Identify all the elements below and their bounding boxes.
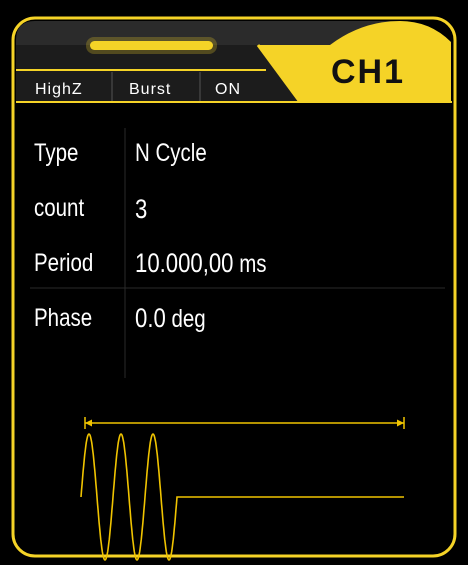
channel-panel: HighZ Burst ON CH1 Type N Cycle count 3 … — [0, 0, 468, 565]
tab-impedance[interactable]: HighZ — [35, 82, 83, 98]
tab-mode[interactable]: Burst — [129, 82, 171, 98]
tab-output-state[interactable]: ON — [215, 82, 241, 98]
param-label-count: count — [34, 194, 85, 222]
param-value-phase[interactable]: 0.0 deg — [135, 305, 206, 332]
param-value-count[interactable]: 3 — [135, 196, 147, 223]
param-label-phase: Phase — [34, 304, 93, 332]
channel-label: CH1 — [331, 53, 406, 91]
param-value-period[interactable]: 10.000,00 ms — [135, 250, 267, 277]
param-value-type[interactable]: N Cycle — [135, 141, 207, 166]
active-indicator-glow — [86, 37, 217, 54]
param-label-period: Period — [34, 249, 94, 277]
param-label-type: Type — [34, 139, 79, 167]
